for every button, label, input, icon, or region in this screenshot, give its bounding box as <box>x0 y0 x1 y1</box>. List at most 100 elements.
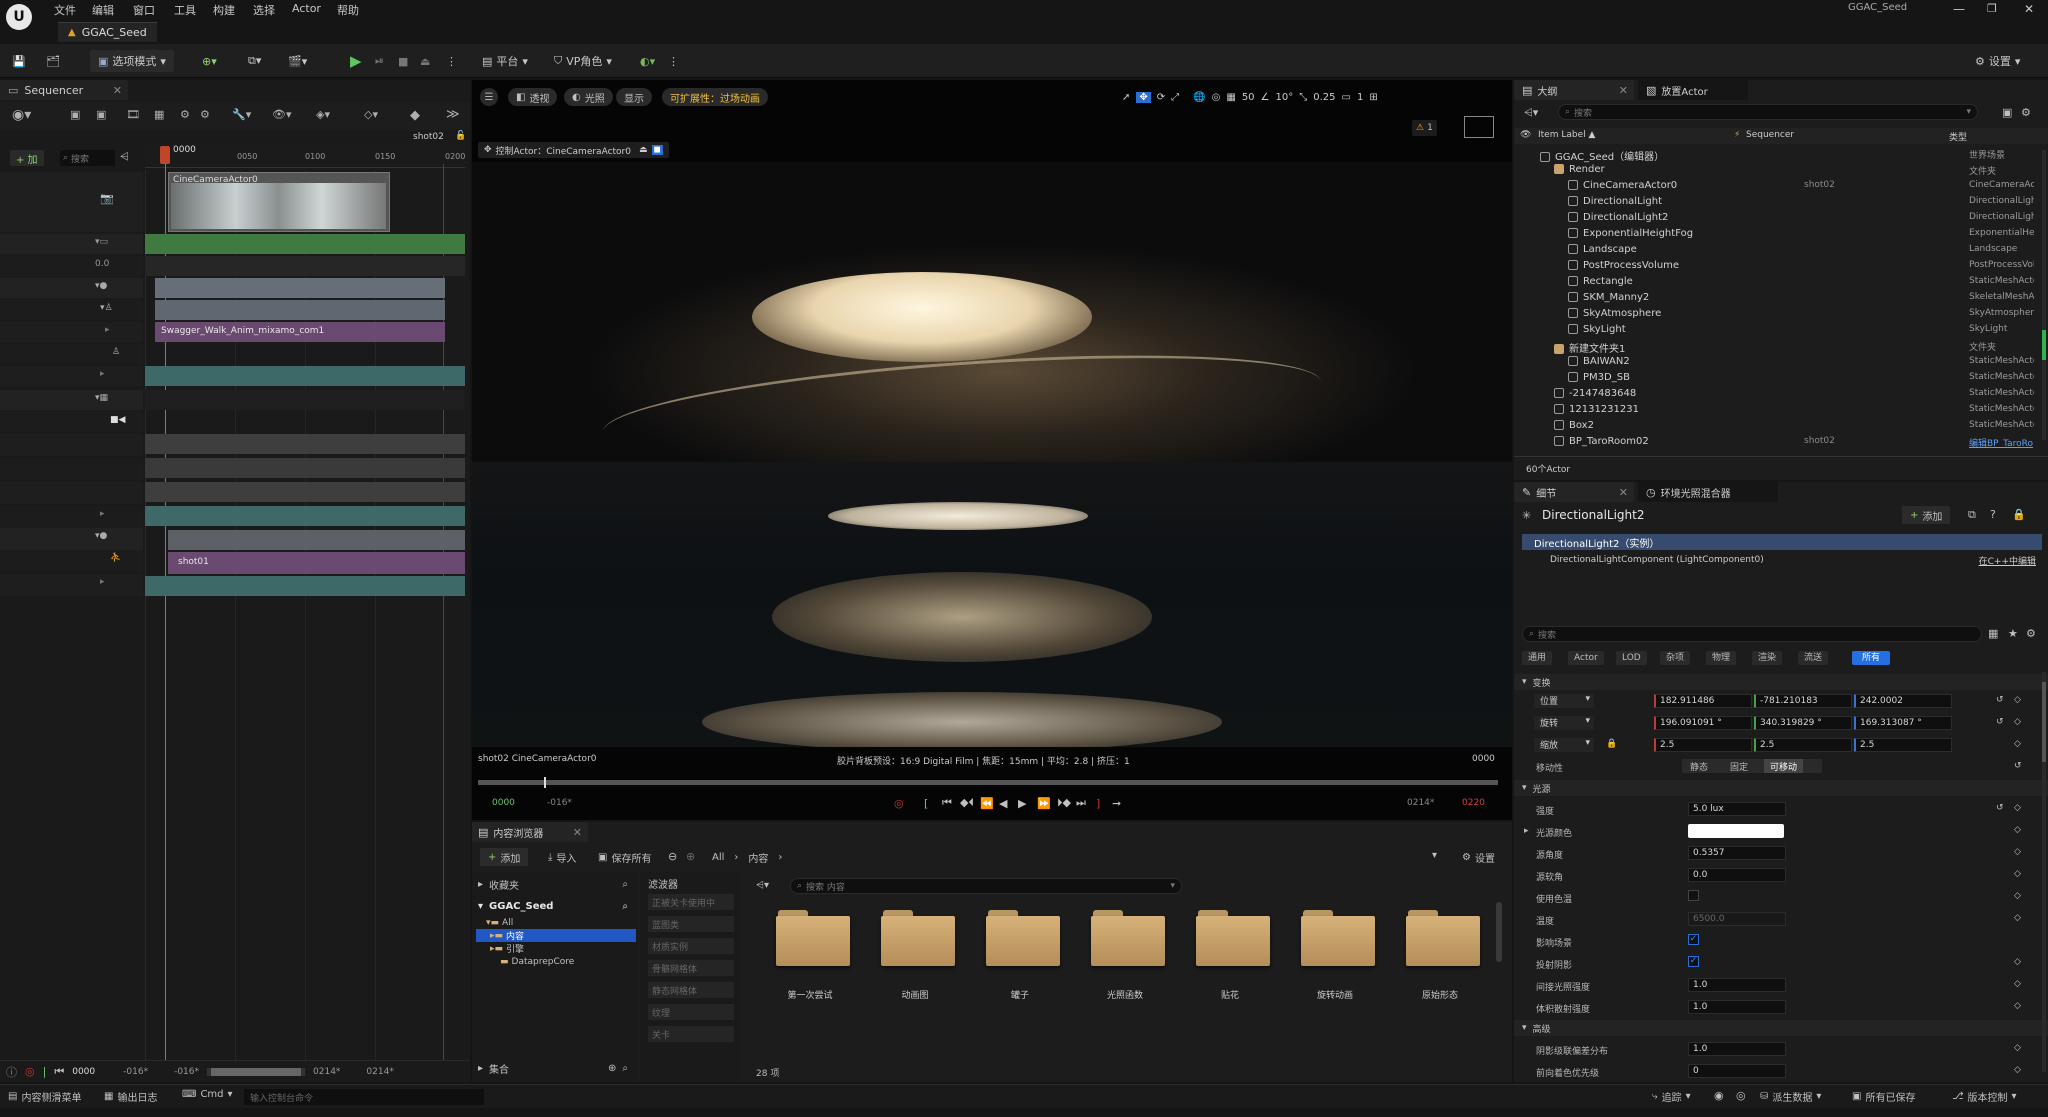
transform-section-header[interactable]: ▾ 变换 <box>1514 674 2048 690</box>
menu-select[interactable]: 选择 <box>253 2 275 18</box>
asset-scrollbar[interactable] <box>1496 902 1502 962</box>
outliner-row[interactable]: CineCameraActor0 shot02 CineCameraActor <box>1514 180 2034 196</box>
menu-actor[interactable]: Actor <box>292 2 321 15</box>
outliner-row[interactable]: PostProcessVolume PostProcessVolu <box>1514 260 2034 276</box>
mark-out-icon[interactable]: ] <box>1096 797 1100 810</box>
outliner-row[interactable]: SkyLight SkyLight <box>1514 324 2034 340</box>
outliner-search-input[interactable]: ⌕ 搜索 ▾ <box>1558 104 1978 120</box>
outliner-row[interactable]: Landscape Landscape <box>1514 244 2034 260</box>
surface-snap-icon[interactable]: ◎ <box>1212 92 1221 103</box>
object-name[interactable]: DirectionalLight2 <box>1542 508 1644 522</box>
curve-icon[interactable]: ⚙ <box>180 108 190 121</box>
track-row[interactable]: ▾● <box>0 278 143 298</box>
source-control-icon[interactable]: ◐▾ <box>640 50 655 72</box>
viewport-menu-icon[interactable]: ☰ <box>480 88 498 106</box>
blueprint-icon[interactable]: ⧉▾ <box>248 50 261 72</box>
filter-tab-lod[interactable]: LOD <box>1616 651 1647 665</box>
details-search-input[interactable]: ⌕ 搜索 <box>1522 626 1982 642</box>
cast-shadows-checkbox[interactable]: ✓ <box>1688 956 1699 967</box>
lock-icon[interactable]: 🔓 <box>455 131 466 141</box>
skip-start-icon[interactable]: ⏮ <box>54 1065 64 1079</box>
keyframe-icon[interactable]: ◇ <box>2014 695 2021 705</box>
scale-icon[interactable]: ⤢ <box>1171 92 1179 103</box>
camera-clip[interactable]: CineCameraActor0 <box>168 172 390 232</box>
project-header[interactable]: ▾ GGAC_Seed ⌕ <box>478 898 628 914</box>
step-back-icon[interactable]: ⏪ <box>980 797 994 810</box>
add-actor-icon[interactable]: ⊕▾ <box>202 50 217 72</box>
transform-track[interactable] <box>145 366 465 386</box>
anim-clip[interactable]: Swagger_Walk_Anim_mixamo_com1 <box>155 322 445 342</box>
folder-item[interactable]: 罐子 <box>978 904 1062 1004</box>
indirect-field[interactable]: 1.0 <box>1688 978 1786 992</box>
outliner-row[interactable]: SKM_Manny2 SkeletalMeshAc <box>1514 292 2034 308</box>
reverse-icon[interactable]: ◀ <box>999 797 1007 810</box>
playhead-handle[interactable] <box>160 146 170 164</box>
menu-help[interactable]: 帮助 <box>337 2 359 18</box>
scale-z[interactable]: 2.5 <box>1854 738 1952 752</box>
light-color-swatch[interactable] <box>1688 824 1784 838</box>
rotate-icon[interactable]: ⟳ <box>1157 92 1165 103</box>
outliner-row[interactable]: 新建文件夹1 文件夹 <box>1514 340 2034 356</box>
outliner-tab[interactable]: ▤ 大纲 ✕ <box>1514 80 1634 100</box>
history-back-icon[interactable]: ⊖ <box>668 850 677 863</box>
menu-build[interactable]: 构建 <box>213 2 235 18</box>
filter-tab-all[interactable]: 所有 <box>1852 651 1891 665</box>
filter-item[interactable]: 纹理 <box>648 1004 734 1020</box>
filter-item[interactable]: 材质实例 <box>648 938 734 954</box>
translate-icon[interactable]: ✥ <box>1136 91 1151 103</box>
view-icon[interactable]: 👁▾ <box>272 108 292 121</box>
timeline-scrollbar[interactable] <box>207 1067 306 1076</box>
track-search-input[interactable]: ⌕ 搜索 <box>60 150 115 166</box>
tree-item-dataprep[interactable]: ▬ DataprepCore <box>500 955 574 968</box>
more-options-icon[interactable]: ⋮ <box>668 50 679 72</box>
level-tab[interactable]: ▲ GGAC_Seed <box>58 22 157 42</box>
column-sequencer[interactable]: Sequencer <box>1746 130 1794 140</box>
rotation-snap[interactable]: 10° <box>1276 92 1294 103</box>
show-button[interactable]: 显示 <box>616 88 652 106</box>
search-icon[interactable]: ⌕ <box>622 879 628 890</box>
mobility-static[interactable]: 静态 <box>1690 760 1708 773</box>
cinematics-icon[interactable]: 🎬▾ <box>288 50 307 72</box>
eject-icon[interactable]: ⏏ <box>639 145 648 155</box>
warning-badge[interactable]: ⚠ 1 <box>1412 120 1437 136</box>
location-y[interactable]: -781.210183 <box>1754 694 1852 708</box>
filter-item[interactable]: 蓝图类 <box>648 916 734 932</box>
chevron-right-icon[interactable]: ▸ <box>1524 826 1529 836</box>
chevron-down-icon[interactable]: ▾ <box>1432 850 1437 861</box>
add-folder-icon[interactable]: ▣ <box>2002 106 2012 119</box>
add-collection-icon[interactable]: ⊕ <box>608 1063 616 1074</box>
grid-icon[interactable]: ▦ <box>1988 627 1998 640</box>
env-light-mixer-tab[interactable]: ◷ 环境光照混合器 <box>1638 482 1778 502</box>
track-row[interactable]: ▸ <box>0 506 143 528</box>
grid-snap-icon[interactable]: ▦ <box>1226 92 1235 103</box>
gear-icon[interactable]: ⚙ <box>200 108 210 121</box>
column-item-label[interactable]: Item Label ▲ <box>1538 130 1595 140</box>
history-forward-icon[interactable]: ⊕ <box>686 850 695 863</box>
angle-icon[interactable]: ∠ <box>1261 92 1270 103</box>
add-component-button[interactable]: + 添加 <box>1902 506 1951 524</box>
close-icon[interactable]: ✕ <box>1619 486 1628 499</box>
scale-snap-icon[interactable]: ⤡ <box>1299 92 1307 103</box>
cb-settings-button[interactable]: ⚙ 设置 <box>1462 848 1495 866</box>
filter-item[interactable]: 关卡 <box>648 1026 734 1042</box>
add-track-button[interactable]: + 加 <box>10 150 44 166</box>
track-row[interactable]: 📷 <box>0 172 143 232</box>
step-icon[interactable]: ⏯ <box>375 50 384 72</box>
green-marker-icon[interactable]: | <box>43 1065 47 1078</box>
more-options-icon[interactable]: ⋮ <box>446 50 457 72</box>
temperature-field[interactable]: 6500.0 <box>1688 912 1786 926</box>
vp-role-button[interactable]: ⛉ VP角色 ▾ <box>554 50 612 72</box>
use-temp-checkbox[interactable] <box>1688 890 1699 901</box>
unreal-logo[interactable]: U <box>6 4 32 30</box>
keyframe-icon[interactable]: ◇ <box>2014 1001 2021 1011</box>
keyframe-icon[interactable]: ◇ <box>2014 869 2021 879</box>
keyframe-icon[interactable]: ◆ <box>410 108 420 123</box>
component-item[interactable]: DirectionalLightComponent (LightComponen… <box>1522 552 2042 568</box>
output-log-button[interactable]: ▦ 输出日志 <box>104 1089 157 1104</box>
content-browser-tab[interactable]: ▤ 内容浏览器 ✕ <box>472 822 588 842</box>
close-icon[interactable]: ✕ <box>573 826 582 839</box>
record-icon[interactable]: ◉ <box>1714 1089 1724 1102</box>
skip-end-icon[interactable]: ⏭ <box>1076 796 1086 810</box>
filter-icon[interactable]: ⩤▾ <box>1524 106 1538 120</box>
track-row[interactable]: ▾● <box>0 528 143 550</box>
